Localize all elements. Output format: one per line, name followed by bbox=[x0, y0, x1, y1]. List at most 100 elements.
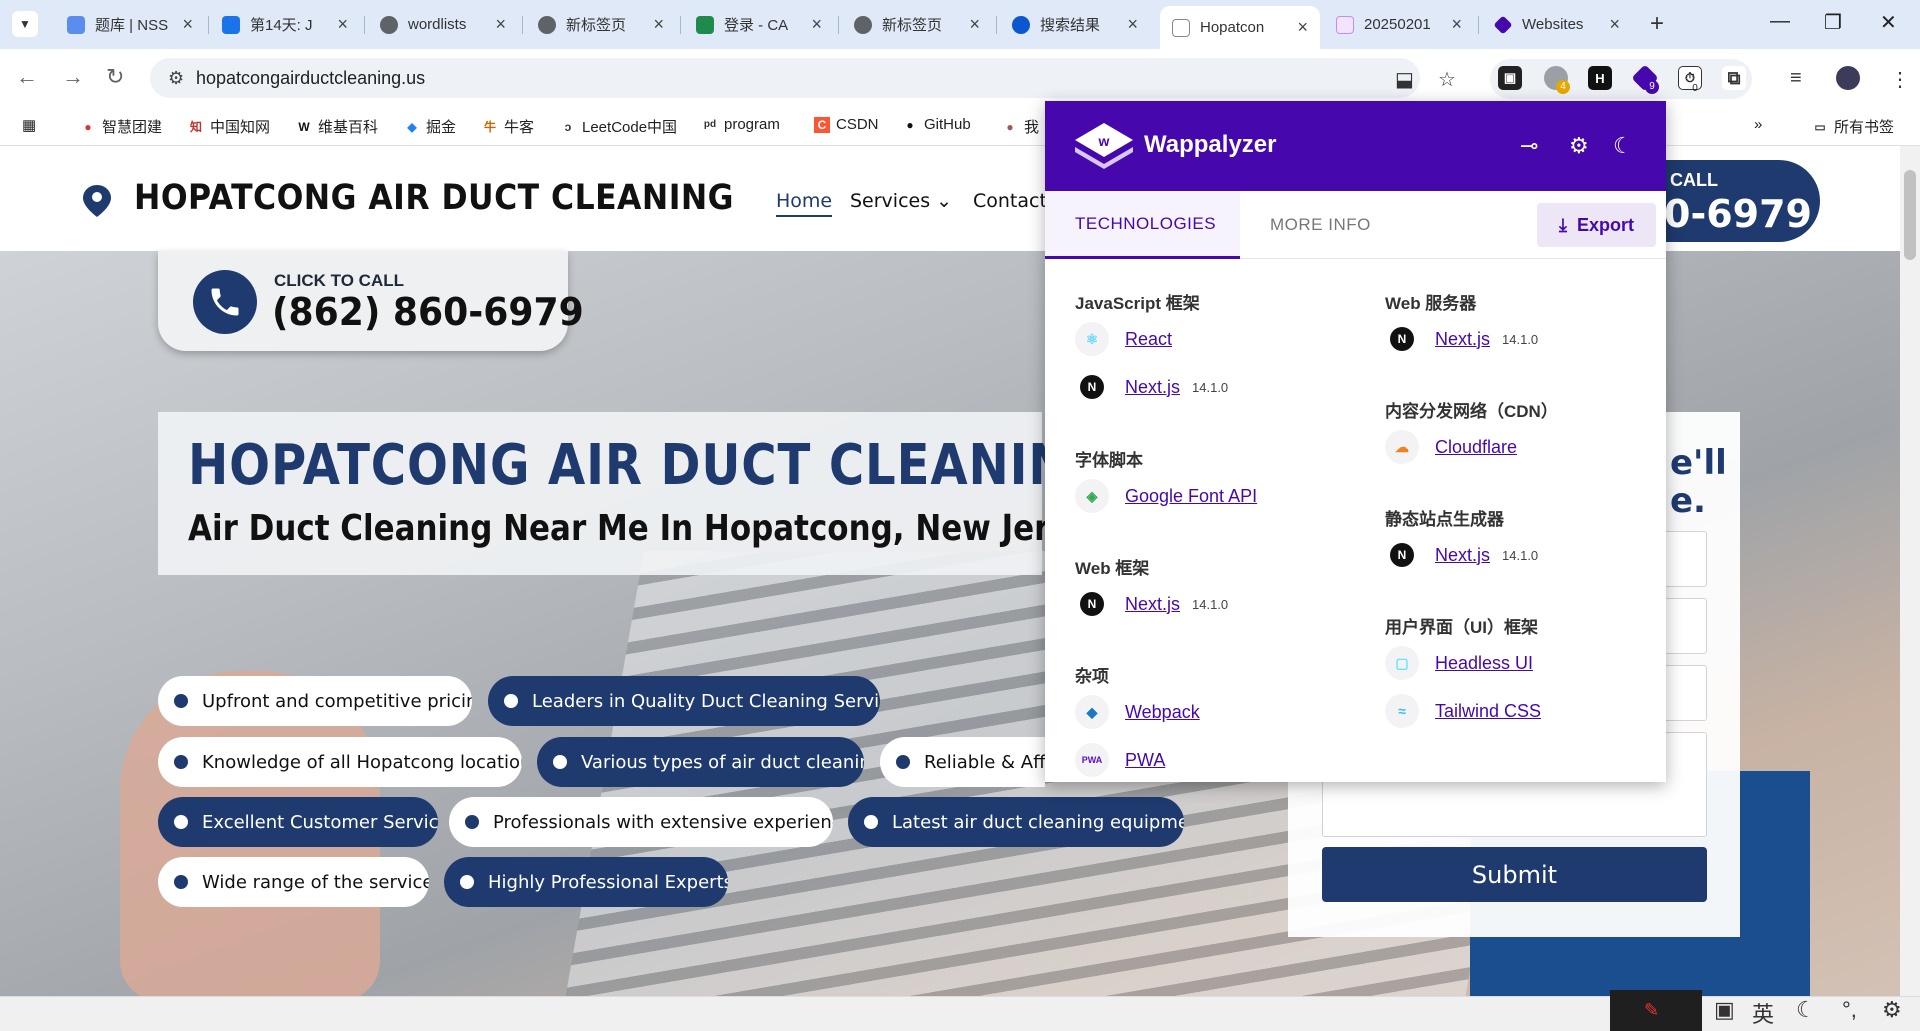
extension-h-icon[interactable]: H bbox=[1588, 66, 1612, 90]
juejin-icon: ◆ bbox=[407, 119, 417, 134]
technology-item[interactable]: N Next.js 14.1.0 bbox=[1385, 322, 1538, 356]
phone-number[interactable]: (862) 860-6979 bbox=[272, 290, 584, 334]
tray-app-icon[interactable]: ▣ bbox=[1714, 997, 1735, 1023]
tab-5[interactable]: 新标签页 × bbox=[842, 6, 992, 43]
technology-item[interactable]: ☁ Cloudflare bbox=[1385, 430, 1517, 464]
reload-icon[interactable]: ↻ bbox=[106, 64, 124, 90]
bullet-icon bbox=[174, 815, 188, 829]
close-icon[interactable]: × bbox=[969, 14, 980, 35]
svg-text:w: w bbox=[1098, 133, 1110, 149]
site-brand[interactable]: HOPATCONG AIR DUCT CLEANING bbox=[134, 178, 734, 218]
menu-dots-icon[interactable]: ⋮ bbox=[1890, 67, 1910, 92]
all-bookmarks[interactable]: ▭ 所有书签 bbox=[1812, 116, 1894, 137]
technology-item[interactable]: ⚛ React bbox=[1075, 322, 1172, 356]
site-info-icon[interactable]: ⚙ bbox=[168, 68, 184, 89]
bookmark-2[interactable]: W 维基百科 bbox=[296, 116, 378, 137]
bookmark-6[interactable]: pd program bbox=[702, 116, 780, 133]
bookmark-3[interactable]: ◆ 掘金 bbox=[404, 116, 456, 137]
close-icon[interactable]: × bbox=[337, 14, 348, 35]
hero-title: HOPATCONG AIR DUCT CLEANING bbox=[188, 433, 1110, 498]
gear-icon[interactable]: ⚙ bbox=[1569, 133, 1589, 159]
close-icon[interactable]: × bbox=[1451, 14, 1462, 35]
tab-7-active[interactable]: Hopatcon × bbox=[1160, 6, 1320, 49]
nowcoder-icon: 牛 bbox=[483, 120, 496, 134]
page-scrollbar[interactable] bbox=[1900, 146, 1920, 996]
technology-item[interactable]: ▢ Headless UI bbox=[1385, 646, 1533, 680]
tab-8[interactable]: 20250201 × bbox=[1324, 6, 1474, 43]
new-tab-plus-icon[interactable]: + bbox=[1650, 12, 1664, 36]
bookmark-9[interactable]: ● 我 bbox=[1002, 116, 1039, 137]
settings-gear-icon[interactable]: ⚙ bbox=[1882, 997, 1902, 1023]
close-icon[interactable]: × bbox=[495, 14, 506, 35]
moon-icon[interactable]: ☾ bbox=[1796, 997, 1816, 1023]
export-button[interactable]: ⤓ Export bbox=[1537, 203, 1656, 247]
puzzle-icon[interactable]: ⧉ bbox=[1722, 66, 1746, 90]
technology-item[interactable]: ≈ Tailwind CSS bbox=[1385, 694, 1541, 728]
close-icon[interactable]: × bbox=[1297, 17, 1308, 38]
close-icon[interactable]: × bbox=[1127, 14, 1138, 35]
tab-separator bbox=[208, 16, 209, 34]
bookmarks-overflow-icon[interactable]: » bbox=[1754, 116, 1762, 133]
tab-search-button[interactable]: ▼ bbox=[12, 11, 38, 37]
technology-item[interactable]: N Next.js 14.1.0 bbox=[1075, 370, 1228, 404]
nss-icon bbox=[67, 15, 85, 34]
bullet-icon bbox=[174, 875, 188, 889]
media-control-icon[interactable]: ≡ bbox=[1790, 67, 1802, 90]
tab-2[interactable]: wordlists × bbox=[368, 6, 518, 43]
nextjs-icon: N bbox=[1390, 327, 1414, 351]
tab-6[interactable]: 搜索结果 × bbox=[1000, 6, 1150, 43]
url-text[interactable]: hopatcongairductcleaning.us bbox=[196, 68, 425, 89]
profile-avatar[interactable] bbox=[1836, 66, 1860, 90]
toggle-icon[interactable]: ⊸ bbox=[1520, 133, 1538, 159]
apps-grid-icon[interactable]: ▦ bbox=[22, 116, 36, 134]
tray-mic-block[interactable]: ✎ bbox=[1610, 990, 1702, 1031]
technology-item[interactable]: N Next.js 14.1.0 bbox=[1075, 587, 1228, 621]
back-arrow-icon[interactable]: ← bbox=[16, 64, 38, 90]
ime-indicator[interactable]: 英 bbox=[1752, 997, 1774, 1029]
category-heading: 字体脚本 bbox=[1075, 451, 1143, 470]
bookmark-4[interactable]: 牛牛客 bbox=[482, 116, 534, 137]
scrollbar-thumb[interactable] bbox=[1904, 170, 1916, 260]
restore-icon[interactable]: ❐ bbox=[1824, 10, 1842, 35]
close-icon[interactable]: × bbox=[182, 14, 193, 35]
tab-more-info[interactable]: MORE INFO bbox=[1270, 191, 1371, 259]
technology-item[interactable]: ◆ Webpack bbox=[1075, 695, 1200, 729]
wikipedia-icon: W bbox=[298, 119, 310, 134]
technology-item[interactable]: PWA PWA bbox=[1075, 743, 1165, 777]
tab-technologies[interactable]: TECHNOLOGIES bbox=[1045, 191, 1240, 259]
nav-home[interactable]: Home bbox=[776, 190, 833, 217]
hero-subtitle: Air Duct Cleaning Near Me In Hopatcong, … bbox=[188, 508, 1110, 549]
extension-icon[interactable]: ▣ bbox=[1498, 66, 1522, 90]
tab-3[interactable]: 新标签页 × bbox=[526, 6, 676, 43]
bookmark-8[interactable]: ● GitHub bbox=[902, 116, 970, 133]
feature-chip: Latest air duct cleaning equipment bbox=[848, 797, 1184, 847]
nav-services[interactable]: Services ⌄ bbox=[850, 190, 952, 212]
forward-arrow-icon[interactable]: → bbox=[62, 64, 84, 90]
close-icon[interactable]: × bbox=[811, 14, 822, 35]
bookmark-7[interactable]: C CSDN bbox=[814, 116, 879, 133]
technology-item[interactable]: ◈ Google Font API bbox=[1075, 479, 1257, 513]
bookmark-star-icon[interactable]: ☆ bbox=[1438, 67, 1456, 92]
minimize-icon[interactable]: — bbox=[1770, 10, 1790, 33]
close-icon[interactable]: × bbox=[1609, 14, 1620, 35]
bullet-icon bbox=[465, 815, 479, 829]
technology-item[interactable]: N Next.js 14.1.0 bbox=[1385, 538, 1538, 572]
submit-button[interactable]: Submit bbox=[1322, 847, 1707, 902]
calendar-icon bbox=[222, 15, 240, 34]
dark-mode-icon[interactable]: ☾ bbox=[1613, 133, 1633, 159]
punctuation-icon[interactable]: °, bbox=[1842, 997, 1857, 1023]
tab-9[interactable]: Websites × bbox=[1482, 6, 1632, 43]
nextjs-icon: N bbox=[1080, 375, 1104, 399]
close-window-icon[interactable]: ✕ bbox=[1880, 10, 1897, 35]
tab-1[interactable]: 第14天: J × bbox=[210, 6, 360, 43]
tab-0[interactable]: 题库 | NSS × bbox=[55, 6, 205, 43]
feature-chip: Leaders in Quality Duct Cleaning Service… bbox=[488, 676, 880, 726]
folder-icon: ▭ bbox=[1814, 119, 1826, 134]
form-heading: e'll e. bbox=[1670, 443, 1727, 521]
bookmark-0[interactable]: ● 智慧团建 bbox=[80, 116, 162, 137]
close-icon[interactable]: × bbox=[653, 14, 664, 35]
bookmark-5[interactable]: ↄ LeetCode中国 bbox=[560, 116, 677, 137]
bookmark-1[interactable]: 知中国知网 bbox=[188, 116, 270, 137]
tab-4[interactable]: 登录 - CA × bbox=[684, 6, 834, 43]
install-app-icon[interactable]: ⬓ bbox=[1395, 67, 1414, 92]
